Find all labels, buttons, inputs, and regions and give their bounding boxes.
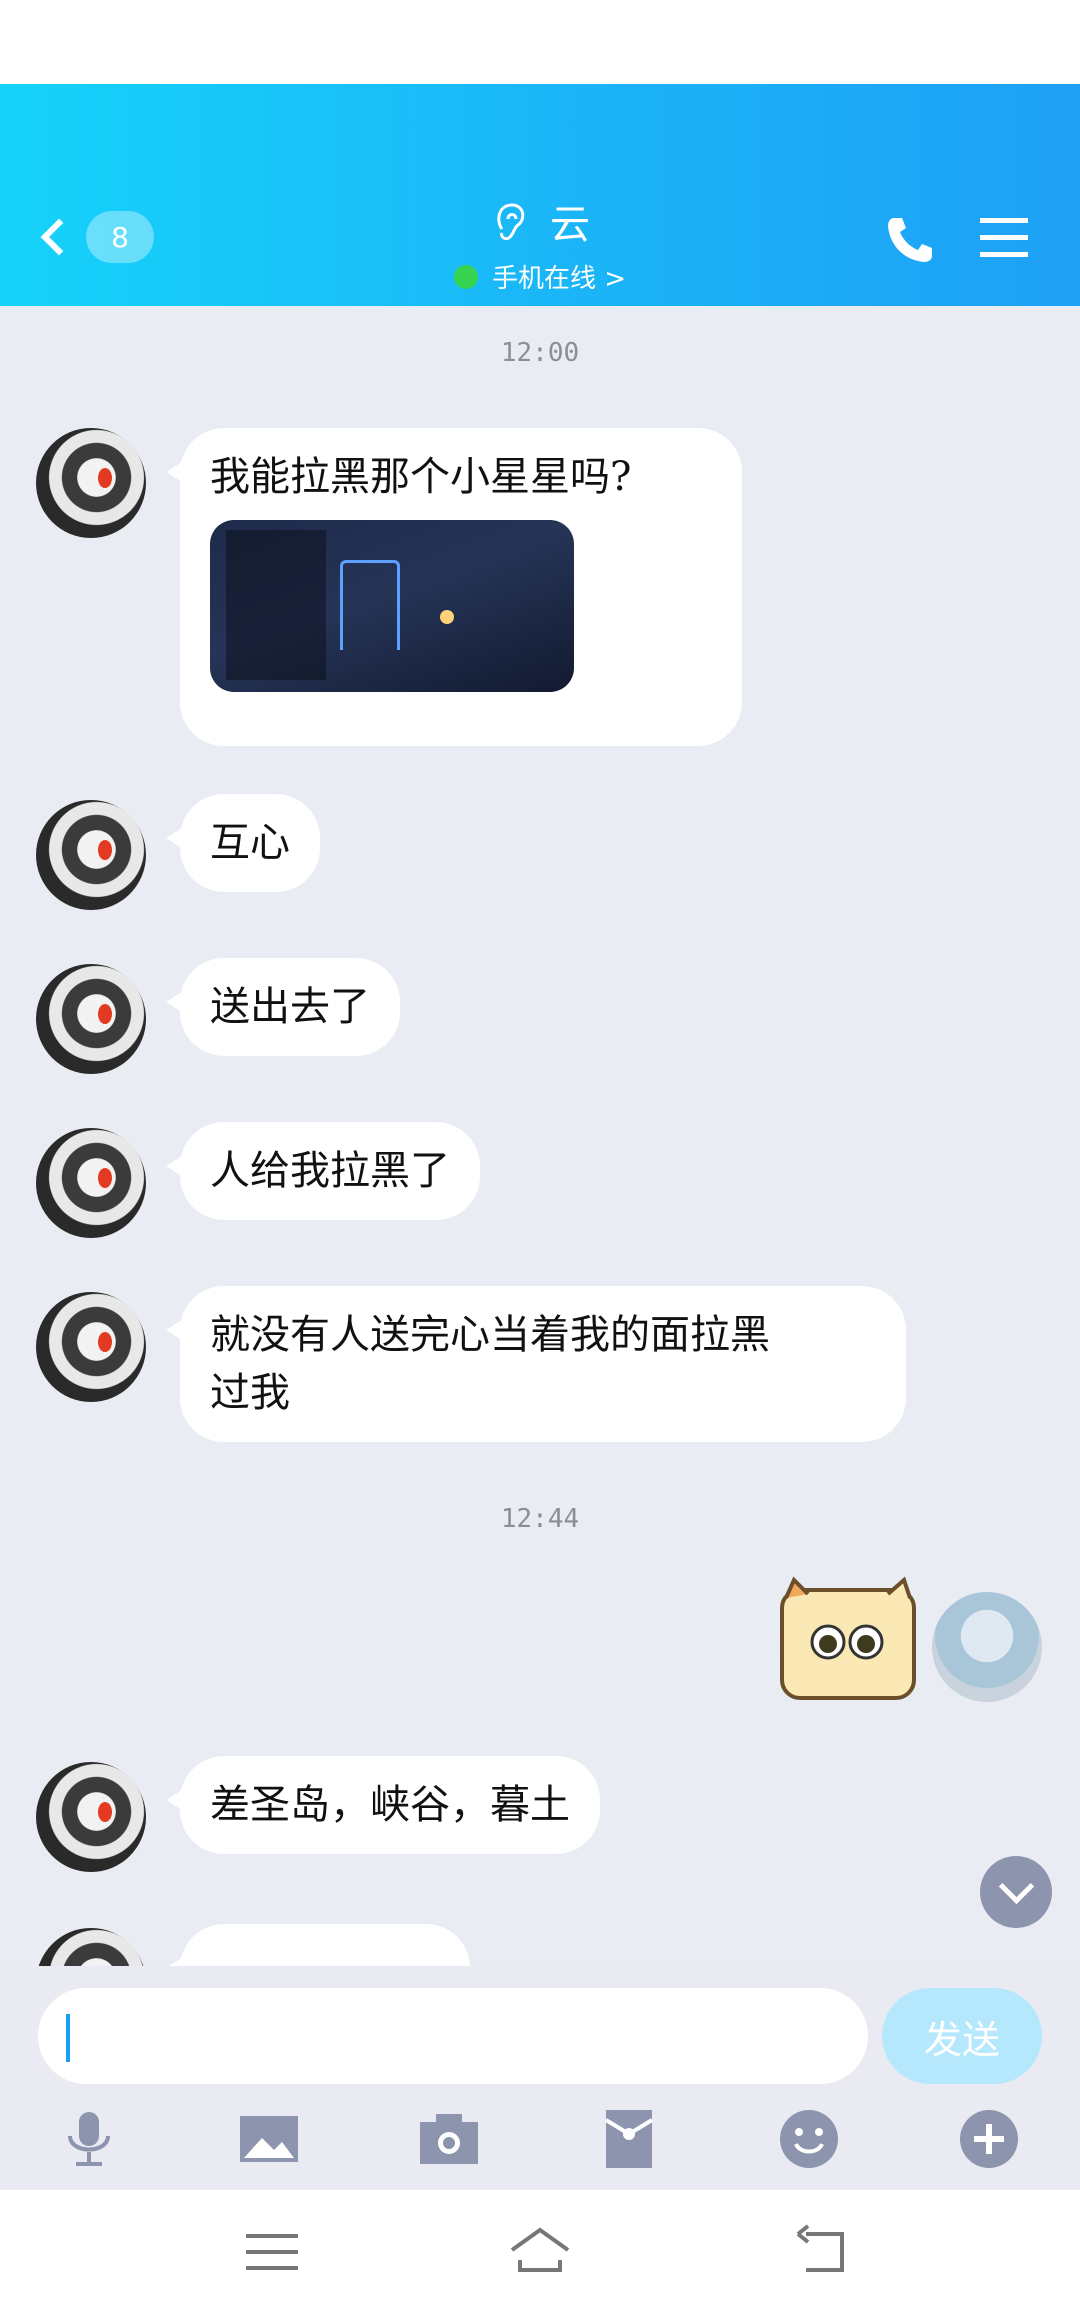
red-packet-icon[interactable] [598,2108,660,2170]
text-caret [66,2014,70,2062]
shared-image[interactable] [210,520,574,692]
contact-name: 云 [490,192,590,250]
image-swing [340,560,400,650]
message-text: 我能拉黑那个小星星吗? [210,454,632,500]
ear-icon [497,203,525,241]
image-icon[interactable] [238,2108,300,2170]
message-bubble[interactable]: 送出去了 [166,958,400,1056]
nav-menu-icon[interactable] [240,2220,304,2284]
message-bubble[interactable]: 人给我拉黑了 [166,1122,480,1220]
message-input[interactable] [38,1988,868,2084]
nav-back-icon[interactable] [792,2220,856,2284]
nav-home-icon[interactable] [508,2220,572,2284]
send-button[interactable]: 发送 [882,1988,1042,2084]
avatar[interactable] [36,1928,146,1966]
message-bubble[interactable]: 就没有人送完心当着我的面拉黑 过我 [166,1286,906,1442]
avatar[interactable] [36,1762,146,1872]
chat-header: 8 云 手机在线 > [0,84,1080,306]
message-bubble[interactable] [166,1924,470,1966]
image-chat-panel [226,530,326,680]
message-bubble[interactable]: 互心 [166,794,320,892]
message-bubble[interactable]: 我能拉黑那个小星星吗? [166,428,742,746]
message-text-line: 就没有人送完心当着我的面拉黑 [210,1312,770,1358]
cat-sticker[interactable] [768,1576,928,1706]
scroll-to-bottom-button[interactable] [980,1856,1052,1928]
avatar[interactable] [36,800,146,910]
message-bubble[interactable]: 差圣岛，峡谷，暮土 [166,1756,600,1854]
menu-icon[interactable] [978,212,1030,264]
message-text: 差圣岛，峡谷，暮土 [210,1782,570,1828]
system-navigation-bar [0,2190,1080,2316]
emoji-icon[interactable] [778,2108,840,2170]
online-indicator [453,264,478,289]
contact-name-text: 云 [550,202,590,248]
message-text: 互心 [210,820,290,866]
composer: 发送 [0,1966,1080,2190]
message-text: 人给我拉黑了 [210,1148,450,1194]
timestamp: 12:00 [500,338,580,368]
image-light [440,610,454,624]
my-avatar[interactable] [932,1592,1042,1702]
microphone-icon[interactable] [58,2108,120,2170]
message-list[interactable]: 12:00 我能拉黑那个小星星吗? 互心 送出去了 人给我拉黑了 就没有人送完心… [0,306,1080,1966]
avatar[interactable] [36,428,146,538]
avatar[interactable] [36,964,146,1074]
message-text: 送出去了 [210,984,370,1030]
avatar[interactable] [36,1292,146,1402]
composer-toolbar [0,2096,1080,2186]
avatar[interactable] [36,1128,146,1238]
plus-icon[interactable] [958,2108,1020,2170]
camera-icon[interactable] [418,2108,480,2170]
timestamp: 12:44 [500,1504,580,1534]
message-text-line: 过我 [210,1370,290,1416]
presence-status[interactable]: 手机在线 > [453,258,627,295]
phone-icon[interactable] [882,212,938,268]
presence-text: 手机在线 > [491,264,627,294]
status-bar [0,0,1080,84]
